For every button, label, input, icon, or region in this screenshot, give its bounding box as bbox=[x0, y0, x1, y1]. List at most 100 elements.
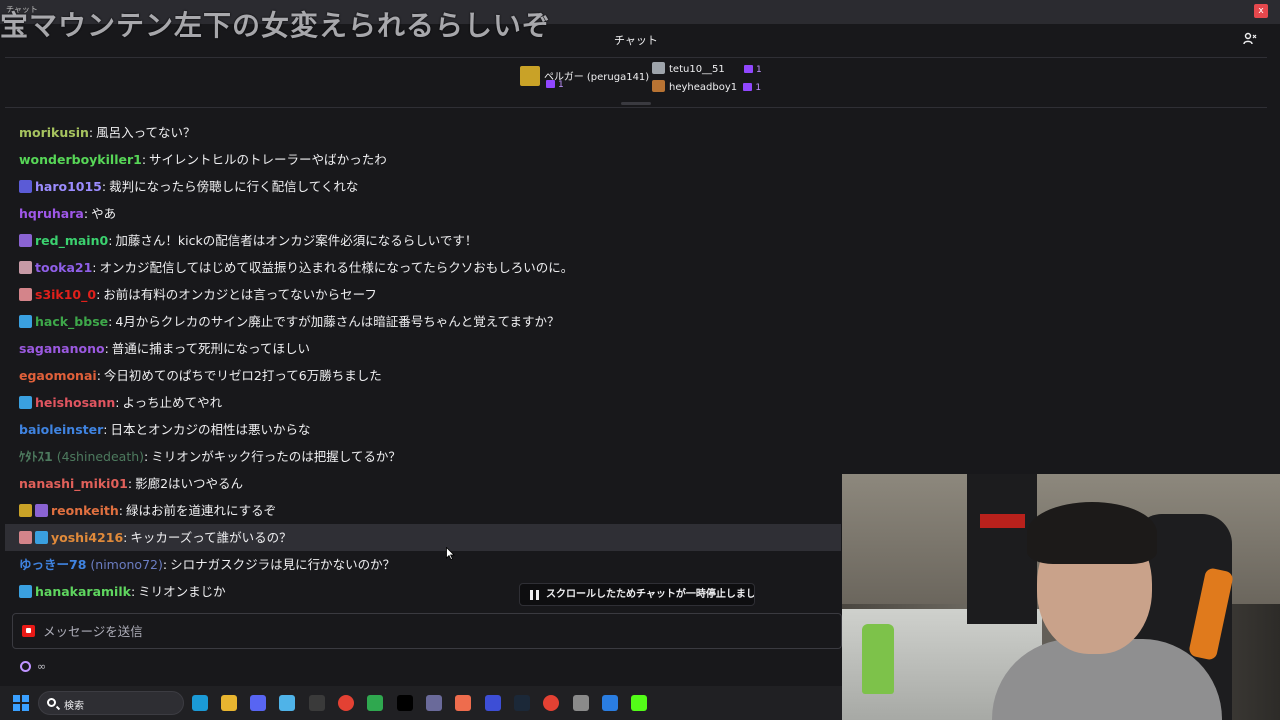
chat-message-text: お前は有料のオンカジとは言ってないからセーフ bbox=[103, 287, 377, 302]
notepad-icon[interactable] bbox=[279, 695, 295, 711]
chat-message-text: シロナガスクジラは見に行かないのか？ bbox=[170, 557, 396, 572]
stream-overlay-text: 宝マウンテン左下の女変えられるらしいぞ bbox=[0, 9, 552, 42]
chat-username[interactable]: morikusin bbox=[19, 125, 89, 140]
chat-username[interactable]: hack_bbse bbox=[35, 314, 108, 329]
chat-message-list[interactable]: morikusin: 風呂入ってない？ wonderboykiller1: サイレント… bbox=[5, 109, 841, 613]
chat-message[interactable]: reonkeith: 緑はお前を道連れにするぞ bbox=[5, 497, 841, 524]
windows-start-icon[interactable] bbox=[13, 695, 29, 711]
channel-points[interactable]: ∞ bbox=[20, 660, 46, 673]
chat-message[interactable]: s3ik10_0: お前は有料のオンカジとは言ってないからセーフ bbox=[5, 281, 841, 308]
chat-message[interactable]: hack_bbse: 4月からクレカのサイン廃止ですが加藤さんは暗証番号ちゃんと覚… bbox=[5, 308, 841, 335]
chat-username[interactable]: hqruhara bbox=[19, 206, 84, 221]
obs-icon[interactable] bbox=[309, 695, 325, 711]
chat-badge-icon[interactable] bbox=[35, 531, 48, 544]
edge-icon[interactable] bbox=[192, 695, 208, 711]
chat-message[interactable]: baioleinster: 日本とオンカジの相性は悪いからな bbox=[5, 416, 841, 443]
chat-badge-icon[interactable] bbox=[35, 504, 48, 517]
chat-message-text: 加藤さん！kickの配信者はオンカジ案件必須になるらしいです！ bbox=[115, 233, 478, 248]
chat-separator: : bbox=[162, 557, 168, 572]
chat-badge-icon[interactable] bbox=[19, 585, 32, 598]
wave-link-icon[interactable] bbox=[426, 695, 442, 711]
chat-message[interactable]: yoshi4216: キッカーズって誰がいるの？ bbox=[5, 524, 841, 551]
chat-username[interactable]: hanakaramilk bbox=[35, 584, 131, 599]
chat-username[interactable]: haro1015 bbox=[35, 179, 102, 194]
gift-count-icon bbox=[743, 65, 753, 73]
triangle-app-icon[interactable] bbox=[455, 695, 471, 711]
chat-message-text: 日本とオンカジの相性は悪いからな bbox=[110, 422, 311, 437]
community-users-icon[interactable] bbox=[1243, 32, 1257, 46]
chat-message[interactable]: heishosann: よっち止めてやれ bbox=[5, 389, 841, 416]
chat-badge-icon[interactable] bbox=[19, 288, 32, 301]
chat-message[interactable]: sagananono: 普通に捕まって死刑になってほしい bbox=[5, 335, 841, 362]
chat-message-text: ミリオンまじか bbox=[138, 584, 226, 599]
chat-paused-banner[interactable]: スクロールしたためチャットが一時停止しました bbox=[519, 583, 755, 606]
chat-message-text: 緑はお前を道連れにするぞ bbox=[125, 503, 277, 518]
file-explorer-icon[interactable] bbox=[221, 695, 237, 711]
top-gifter-3[interactable]: heyheadboy1 1 bbox=[652, 80, 761, 93]
chat-message[interactable]: hqruhara: やあ bbox=[5, 200, 841, 227]
gifter-name: tetu10__51 bbox=[669, 64, 725, 75]
chat-username[interactable]: reonkeith bbox=[51, 503, 119, 518]
capture-icon[interactable] bbox=[485, 695, 501, 711]
chat-separator: : bbox=[83, 206, 89, 221]
chat-username[interactable]: ｹﾀﾄｽ1 bbox=[19, 449, 53, 464]
chat-username[interactable]: yoshi4216 bbox=[51, 530, 123, 545]
chat-input-box[interactable] bbox=[12, 613, 842, 649]
chat-badge-icon[interactable] bbox=[19, 504, 32, 517]
chat-badge-icon[interactable] bbox=[19, 261, 32, 274]
chat-badge-icon[interactable] bbox=[19, 531, 32, 544]
top-gifter-2[interactable]: tetu10__51 1 bbox=[652, 62, 762, 75]
webcam-punching-bag-stripe bbox=[980, 514, 1025, 528]
chat-username[interactable]: baioleinster bbox=[19, 422, 103, 437]
chat-username[interactable]: nanashi_miki01 bbox=[19, 476, 128, 491]
chat-message-text: 裁判になったら傍聴しに行く配信してくれな bbox=[109, 179, 359, 194]
chat-username[interactable]: tooka21 bbox=[35, 260, 92, 275]
chat-message-input[interactable] bbox=[43, 618, 823, 644]
discord-icon[interactable] bbox=[250, 695, 266, 711]
chat-message[interactable]: tooka21: オンカジ配信してはじめて収益振り込まれる仕様になってたらクソおも… bbox=[5, 254, 841, 281]
chat-message[interactable]: ゆっきー78 (nimono72): シロナガスクジラは見に行かないのか？ bbox=[5, 551, 841, 578]
gifters-drag-handle[interactable] bbox=[621, 102, 651, 105]
mouse-cursor-icon bbox=[446, 547, 455, 560]
chat-badge-icon[interactable] bbox=[19, 396, 32, 409]
chat-badge-icon[interactable] bbox=[19, 234, 32, 247]
chat-badge-icon[interactable] bbox=[19, 180, 32, 193]
window-close-button[interactable]: x bbox=[1254, 4, 1268, 18]
chat-message[interactable]: nanashi_miki01: 影廊2はいつやるん bbox=[5, 470, 841, 497]
chat-message[interactable]: ｹﾀﾄｽ1 (4shinedeath): ミリオンがキック行ったのは把握してるか？ bbox=[5, 443, 841, 470]
chat-badge-icon[interactable] bbox=[19, 315, 32, 328]
chat-username[interactable]: ゆっきー78 bbox=[19, 557, 86, 572]
xbox-icon[interactable] bbox=[367, 695, 383, 711]
chat-username[interactable]: red_main0 bbox=[35, 233, 108, 248]
top-gifter-1[interactable]: ペルガー (peruga141) 1 bbox=[520, 66, 649, 90]
taskbar-search-box[interactable]: 検索 bbox=[38, 691, 184, 715]
chat-message[interactable]: morikusin: 風呂入ってない？ bbox=[5, 119, 841, 146]
chat-message-text: オンカジ配信してはじめて収益振り込まれる仕様になってたらクソおもしろいのに。 bbox=[99, 260, 574, 275]
chat-message-text: 影廊2はいつやるん bbox=[135, 476, 244, 491]
bluetooth-icon[interactable] bbox=[602, 695, 618, 711]
chrome-2-icon[interactable] bbox=[543, 695, 559, 711]
chat-separator: : bbox=[103, 422, 108, 437]
chat-message[interactable]: wonderboykiller1: サイレントヒルのトレーラーやばかったわ bbox=[5, 146, 841, 173]
kick-icon[interactable] bbox=[631, 695, 647, 711]
chat-username[interactable]: wonderboykiller1 bbox=[19, 152, 142, 167]
x-app-icon[interactable] bbox=[397, 695, 413, 711]
chat-username-alt[interactable]: (4shinedeath) bbox=[57, 449, 144, 464]
chat-separator: : bbox=[101, 179, 107, 194]
chat-message[interactable]: haro1015: 裁判になったら傍聴しに行く配信してくれな bbox=[5, 173, 841, 200]
chat-message[interactable]: red_main0: 加藤さん！kickの配信者はオンカジ案件必須になるらしいです… bbox=[5, 227, 841, 254]
chat-username[interactable]: sagananono bbox=[19, 341, 105, 356]
chat-separator: : bbox=[118, 503, 123, 518]
chat-username-alt[interactable]: (nimono72) bbox=[90, 557, 162, 572]
silver-gift-icon bbox=[652, 62, 665, 74]
search-icon bbox=[47, 698, 56, 707]
chat-username[interactable]: egaomonai bbox=[19, 368, 97, 383]
chat-separator: : bbox=[108, 233, 113, 248]
chat-username[interactable]: heishosann bbox=[35, 395, 115, 410]
chat-separator: : bbox=[123, 530, 128, 545]
chat-message[interactable]: egaomonai: 今日初めてのぱちでリゼロ2打って6万勝ちました bbox=[5, 362, 841, 389]
chrome-icon[interactable] bbox=[338, 695, 354, 711]
chat-username[interactable]: s3ik10_0 bbox=[35, 287, 96, 302]
steam-icon[interactable] bbox=[514, 695, 530, 711]
stream-deck-icon[interactable] bbox=[573, 695, 589, 711]
